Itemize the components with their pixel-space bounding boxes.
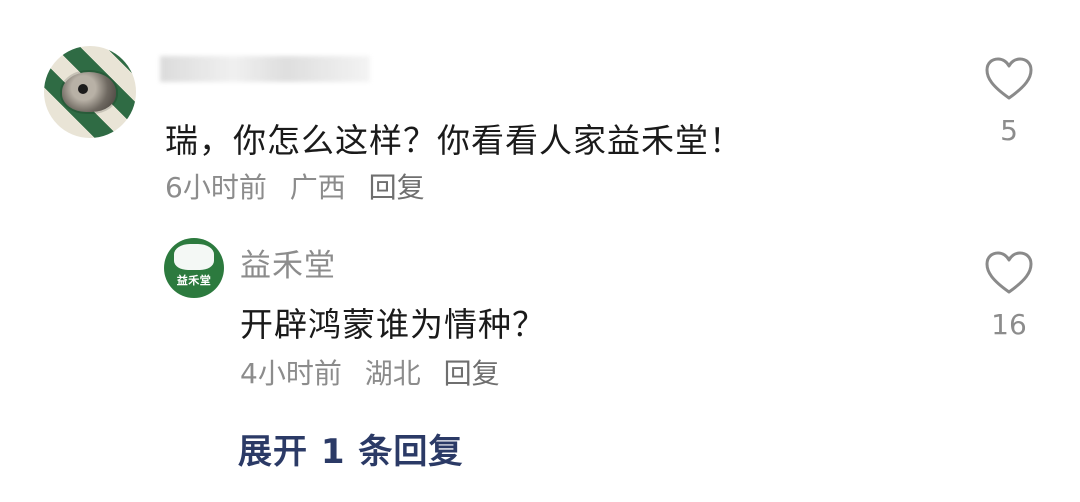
comment-location: 广西 [289, 171, 346, 204]
reply-avatar[interactable]: 益禾堂 [164, 238, 224, 298]
reply-text: 开辟鸿蒙谁为情种？ [240, 305, 546, 344]
comment-like-group[interactable]: 5 [974, 56, 1044, 147]
reply-avatar-text: 益禾堂 [176, 274, 212, 287]
comment-text: 瑞，你怎么这样？你看看人家益禾堂！ [165, 121, 743, 160]
comment-username-blurred[interactable] [160, 56, 370, 82]
animal-eye-icon [78, 84, 88, 94]
expand-replies-link[interactable]: 展开 1 条回复 [238, 424, 463, 473]
comment-reply-button[interactable]: 回复 [369, 171, 425, 204]
reply-time: 4小时前 [240, 357, 342, 390]
brand-logo-icon [174, 244, 214, 270]
heart-icon[interactable] [974, 56, 1044, 102]
reply-reply-button[interactable]: 回复 [444, 357, 500, 390]
heart-icon[interactable] [974, 250, 1044, 296]
reply-like-group[interactable]: 16 [974, 250, 1044, 341]
reply-location: 湖北 [364, 357, 421, 390]
comment-avatar[interactable] [44, 46, 136, 138]
comment-meta: 6小时前 广西 回复 [165, 166, 439, 206]
comment-like-count: 5 [1000, 114, 1018, 147]
reply-meta: 4小时前 湖北 回复 [240, 352, 514, 392]
animal-figure-icon [62, 72, 116, 112]
reply-author[interactable]: 益禾堂 [240, 240, 336, 285]
comment-time: 6小时前 [165, 171, 267, 204]
reply-like-count: 16 [991, 308, 1027, 341]
